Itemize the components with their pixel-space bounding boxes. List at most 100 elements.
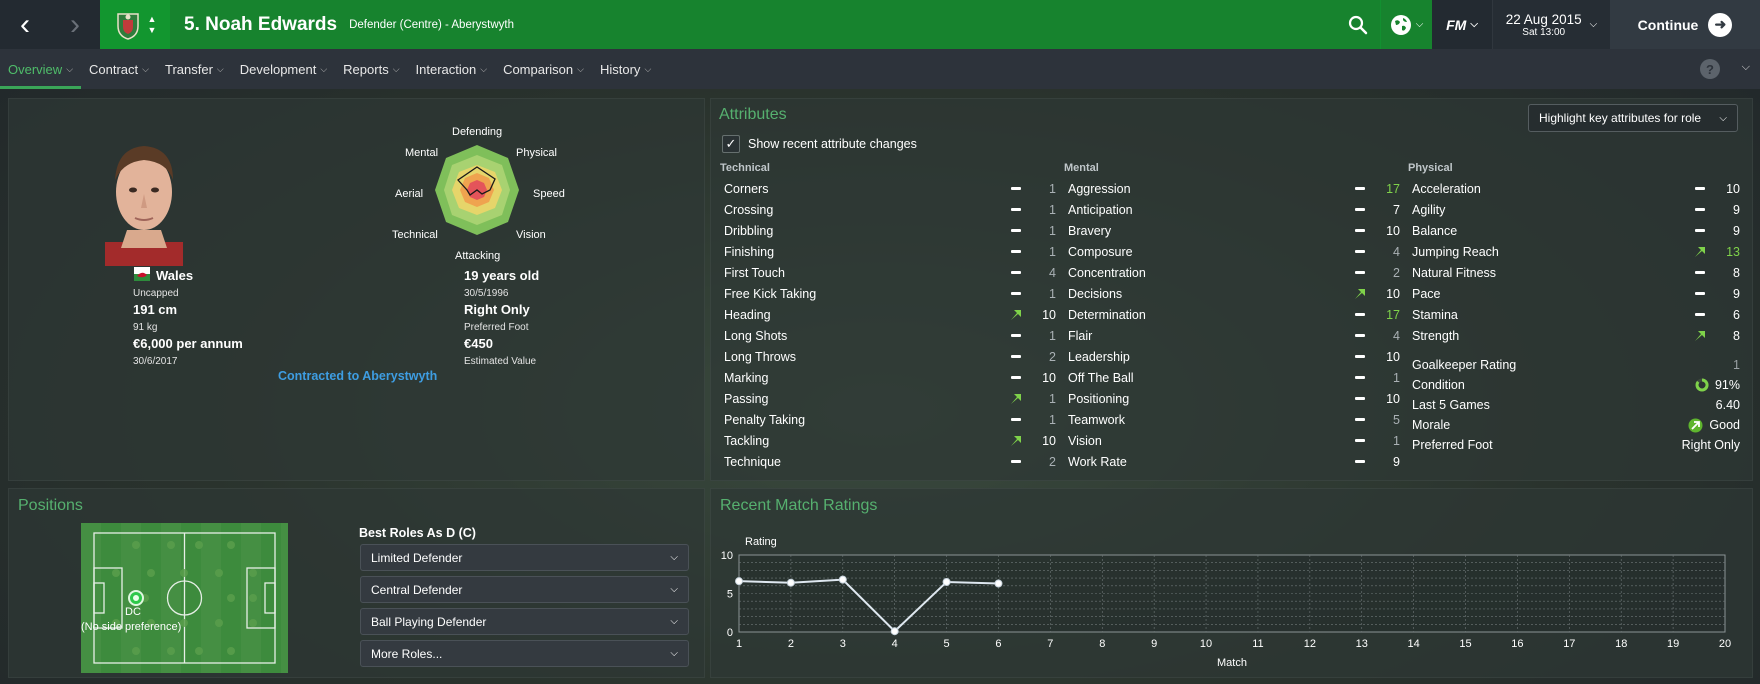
attribute-row: Positioning 10 (1068, 388, 1400, 409)
trend-up-arrow-icon (1690, 330, 1710, 342)
attribute-name: Jumping Reach (1412, 244, 1499, 259)
x-tick-label: 7 (1047, 638, 1053, 650)
x-tick-label: 19 (1667, 638, 1679, 650)
attribute-row: Work Rate 9 (1068, 451, 1400, 472)
attribute-name: Long Shots (724, 328, 788, 343)
recent-changes-checkbox[interactable]: ✓ (722, 135, 740, 153)
contracted-club-link[interactable]: Contracted to Aberystwyth (278, 369, 437, 383)
x-tick-label: 6 (995, 638, 1001, 650)
tab-overview[interactable]: Overview ⌵ (0, 49, 82, 89)
y-tick-label: 0 (727, 627, 733, 639)
attribute-name: Composure (1068, 244, 1133, 259)
page-menu-button[interactable]: ⌵ (1742, 61, 1750, 74)
attribute-value: 1 (1049, 412, 1056, 427)
attribute-value: 6 (1733, 307, 1740, 322)
radar-label-mental: Mental (405, 147, 439, 159)
globe-icon (1390, 14, 1411, 35)
forward-button[interactable]: › (50, 0, 100, 49)
trend-flat-icon (1006, 229, 1026, 232)
attribute-value: 1 (1049, 328, 1056, 343)
trend-up-arrow-icon (1006, 393, 1026, 405)
last-5-games-row: Last 5 Games 6.40 (1412, 395, 1740, 415)
attribute-row: Composure 4 (1068, 241, 1400, 262)
fm-logo: FM (1446, 16, 1467, 33)
continue-label: Continue (1637, 16, 1699, 33)
page-title: 5. Noah Edwards (184, 13, 338, 35)
x-tick-label: 1 (736, 638, 742, 650)
trend-flat-icon (1350, 208, 1370, 211)
estimated-value-label: Estimated Value (464, 356, 537, 367)
chevron-down-icon: ⌵ (320, 63, 328, 74)
chevron-down-icon: ⌵ (142, 63, 149, 74)
attribute-value: 10 (1042, 370, 1056, 385)
chevron-down-icon: ⌵ (670, 616, 678, 627)
tab-interaction[interactable]: Interaction ⌵ (408, 49, 496, 89)
attribute-row: Bravery 10 (1068, 220, 1400, 241)
attribute-name: Vision (1068, 433, 1102, 448)
highlight-label: Highlight key attributes for role (1539, 111, 1702, 125)
attribute-name: Marking (724, 370, 769, 385)
continue-button[interactable]: Continue ➜ (1610, 0, 1760, 49)
back-button[interactable]: ‹ (0, 0, 50, 49)
date-display[interactable]: 22 Aug 2015 Sat 13:00 ⌵ (1492, 0, 1610, 49)
role-dropdown[interactable]: Central Defender ⌵ (360, 576, 689, 603)
technical-heading: Technical (720, 162, 770, 174)
role-dropdown[interactable]: Ball Playing Defender ⌵ (360, 608, 689, 635)
x-tick-label: 16 (1511, 638, 1523, 650)
match-ratings-chart: 05101 2 3 4 5 6 7 8 9 10 11 12 13 14 15 16 17 18 19 20Ratin… (721, 536, 1731, 669)
attribute-value: 10 (1386, 349, 1400, 364)
x-tick-label: 8 (1099, 638, 1105, 650)
goalkeeper-rating-row: Goalkeeper Rating 1 (1412, 355, 1740, 375)
highlight-key-attributes-dropdown[interactable]: Highlight key attributes for role ⌵ (1528, 104, 1738, 132)
tab-label: History (599, 61, 641, 77)
trend-flat-icon (1350, 355, 1370, 358)
trend-flat-icon (1006, 250, 1026, 253)
attribute-name: Pace (1412, 286, 1441, 301)
search-icon (1348, 15, 1367, 34)
extra-label: Morale (1412, 418, 1451, 432)
attribute-value: 9 (1733, 223, 1740, 238)
attribute-name: Crossing (724, 202, 774, 217)
help-button[interactable]: ? (1700, 59, 1720, 79)
tab-development[interactable]: Development ⌵ (232, 49, 335, 89)
fm-menu-button[interactable]: FM ⌵ (1432, 0, 1492, 49)
trend-up-arrow-icon (1006, 435, 1026, 447)
search-button[interactable] (1335, 0, 1380, 49)
trend-up-arrow-icon (1350, 288, 1370, 300)
tab-reports[interactable]: Reports ⌵ (335, 49, 407, 89)
tab-label: Comparison (503, 61, 574, 77)
attribute-name: Passing (724, 391, 769, 406)
role-dropdown[interactable]: Limited Defender ⌵ (360, 544, 689, 571)
y-axis-label: Rating (745, 536, 777, 548)
attribute-name: Flair (1068, 328, 1093, 343)
attribute-row: Tackling 10 (724, 430, 1056, 451)
world-menu-button[interactable]: ⌵ (1380, 0, 1432, 49)
club-switch-arrows[interactable]: ▲ ▼ (148, 14, 157, 36)
chevron-right-icon: › (70, 7, 80, 41)
trend-flat-icon (1006, 355, 1026, 358)
x-tick-label: 12 (1304, 638, 1316, 650)
tab-transfer[interactable]: Transfer ⌵ (157, 49, 232, 89)
attribute-row: Teamwork 5 (1068, 409, 1400, 430)
help-icon: ? (1706, 61, 1714, 77)
attribute-name: Free Kick Taking (724, 286, 817, 301)
tab-label: Reports (343, 61, 389, 77)
y-tick-label: 10 (721, 550, 733, 562)
trend-flat-icon (1350, 376, 1370, 379)
attribute-name: Off The Ball (1068, 370, 1134, 385)
attribute-row: First Touch 4 (724, 262, 1056, 283)
attribute-row: Corners 1 (724, 178, 1056, 199)
attribute-value: 1 (1049, 223, 1056, 238)
chevron-down-icon: ⌵ (670, 584, 678, 595)
condition-value-wrap: 91% (1695, 378, 1740, 392)
attribute-name: Penalty Taking (724, 412, 806, 427)
tab-label: Transfer (164, 61, 213, 77)
club-crest-selector[interactable]: ▲ ▼ (100, 0, 170, 49)
more-roles-dropdown[interactable]: More Roles... ⌵ (360, 640, 689, 667)
preferred-foot-label: Preferred Foot (464, 322, 529, 333)
tab-contract[interactable]: Contract ⌵ (81, 49, 157, 89)
tab-comparison[interactable]: Comparison ⌵ (495, 49, 592, 89)
tab-history[interactable]: History ⌵ (592, 49, 659, 89)
attribute-row: Free Kick Taking 1 (724, 283, 1056, 304)
trend-flat-icon (1350, 271, 1370, 274)
